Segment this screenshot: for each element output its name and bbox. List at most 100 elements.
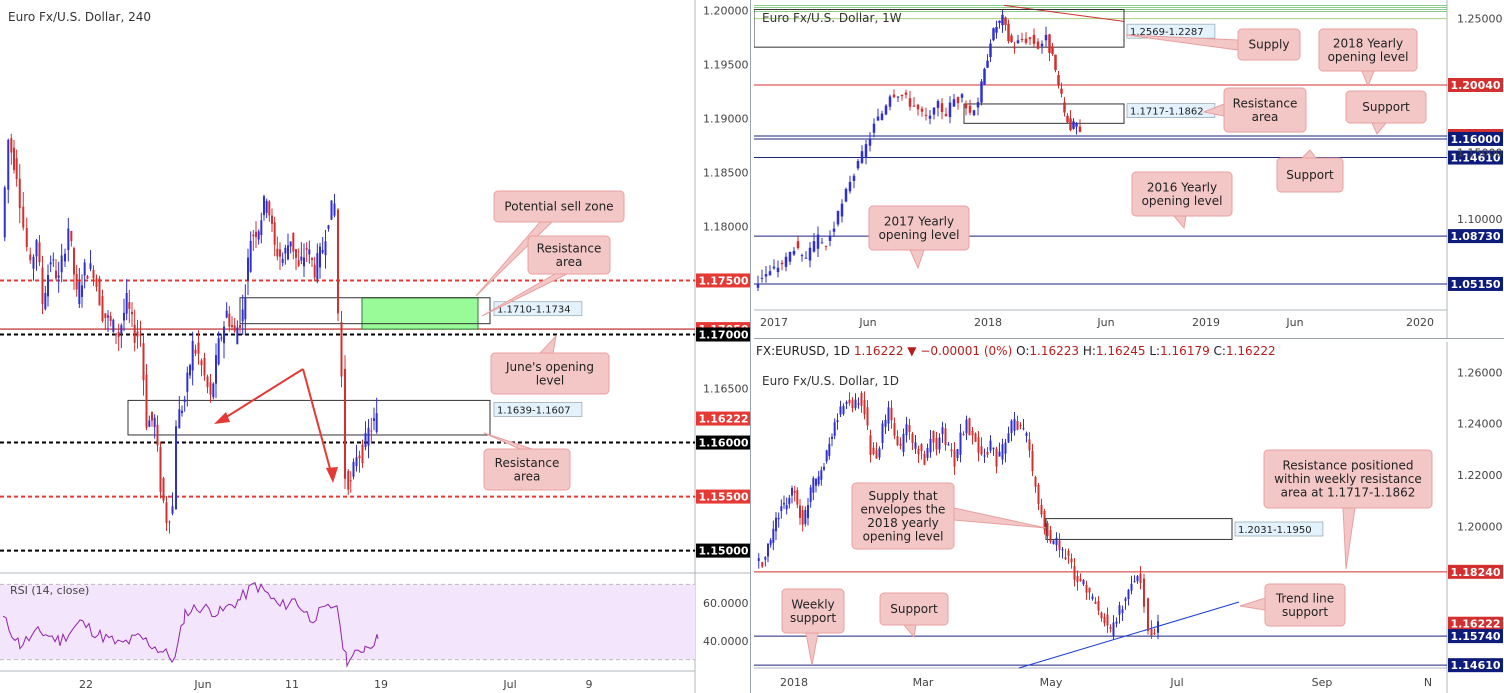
- candle[interactable]: [842, 405, 845, 414]
- candle[interactable]: [956, 97, 960, 104]
- candle[interactable]: [866, 407, 869, 426]
- candle[interactable]: [820, 470, 823, 480]
- weekly-chart-panel[interactable]: 1.200401.162221.160001.146101.087301.051…: [754, 0, 1504, 338]
- candle[interactable]: [78, 281, 81, 304]
- candle[interactable]: [333, 203, 336, 216]
- candle[interactable]: [361, 444, 364, 464]
- candle[interactable]: [1028, 37, 1032, 40]
- candle[interactable]: [321, 250, 324, 253]
- candle[interactable]: [1139, 573, 1142, 583]
- candle[interactable]: [844, 188, 848, 202]
- candle[interactable]: [986, 451, 989, 455]
- candle[interactable]: [1048, 34, 1051, 53]
- candle[interactable]: [247, 257, 249, 281]
- candle[interactable]: [828, 235, 832, 241]
- candle[interactable]: [281, 258, 284, 263]
- candle[interactable]: [974, 433, 977, 442]
- candle[interactable]: [231, 325, 233, 327]
- candle[interactable]: [836, 211, 840, 225]
- candle[interactable]: [872, 123, 876, 133]
- candle[interactable]: [917, 448, 920, 455]
- candle[interactable]: [1031, 450, 1034, 472]
- candle[interactable]: [888, 96, 892, 107]
- candle[interactable]: [916, 104, 920, 110]
- candle[interactable]: [839, 406, 842, 415]
- candle[interactable]: [876, 116, 880, 121]
- candle[interactable]: [131, 311, 133, 315]
- candle[interactable]: [352, 461, 355, 477]
- candle[interactable]: [98, 278, 101, 306]
- candle[interactable]: [104, 313, 107, 319]
- candle[interactable]: [1072, 121, 1075, 129]
- candle[interactable]: [136, 331, 139, 337]
- candle[interactable]: [139, 334, 142, 336]
- candle[interactable]: [796, 490, 799, 505]
- candle[interactable]: [896, 436, 899, 446]
- candle[interactable]: [297, 260, 300, 266]
- candle[interactable]: [165, 502, 168, 524]
- candle[interactable]: [1143, 578, 1145, 607]
- candle[interactable]: [1001, 444, 1004, 460]
- candle[interactable]: [41, 267, 44, 304]
- candle[interactable]: [788, 497, 791, 505]
- candle[interactable]: [761, 561, 764, 567]
- candle[interactable]: [1103, 616, 1106, 624]
- candle[interactable]: [1069, 118, 1072, 131]
- candle[interactable]: [769, 540, 772, 545]
- candle[interactable]: [57, 275, 60, 278]
- candle[interactable]: [324, 241, 327, 256]
- candle[interactable]: [908, 98, 912, 107]
- candle[interactable]: [284, 247, 287, 254]
- candle[interactable]: [878, 448, 881, 458]
- candle[interactable]: [935, 437, 938, 450]
- candle[interactable]: [257, 231, 260, 240]
- candle[interactable]: [836, 420, 839, 422]
- candle[interactable]: [168, 521, 171, 523]
- candle[interactable]: [944, 113, 948, 117]
- candle[interactable]: [856, 161, 860, 169]
- candle[interactable]: [808, 247, 812, 261]
- candle[interactable]: [347, 470, 350, 490]
- candle[interactable]: [316, 253, 319, 280]
- candle[interactable]: [772, 528, 775, 543]
- candle[interactable]: [953, 450, 956, 467]
- candle[interactable]: [217, 338, 220, 365]
- candle[interactable]: [1013, 46, 1016, 49]
- candle[interactable]: [1019, 425, 1022, 427]
- candle[interactable]: [860, 393, 863, 406]
- weekly-chart[interactable]: 1.200401.162221.160001.146101.087301.051…: [754, 0, 1504, 338]
- candle[interactable]: [233, 325, 236, 332]
- candle[interactable]: [1034, 477, 1037, 487]
- candle[interactable]: [768, 271, 772, 276]
- candle[interactable]: [968, 105, 972, 113]
- candle[interactable]: [756, 283, 760, 288]
- candle[interactable]: [1109, 627, 1112, 629]
- candle[interactable]: [1016, 421, 1019, 430]
- h4-chart-panel[interactable]: 1.20000 1.19500 1.19000 1.18500 1.18000 1.175…: [0, 0, 750, 693]
- candle[interactable]: [265, 200, 268, 213]
- candle[interactable]: [820, 242, 824, 244]
- candle[interactable]: [209, 382, 212, 395]
- candle[interactable]: [1013, 419, 1016, 431]
- candle[interactable]: [1088, 587, 1091, 593]
- candle[interactable]: [260, 220, 263, 236]
- candle[interactable]: [1001, 14, 1004, 26]
- candle[interactable]: [125, 292, 128, 314]
- candle[interactable]: [780, 506, 783, 512]
- candle[interactable]: [305, 248, 308, 250]
- candle[interactable]: [1028, 439, 1031, 451]
- candle[interactable]: [1036, 41, 1040, 49]
- candle[interactable]: [1064, 557, 1067, 560]
- candle[interactable]: [1106, 614, 1109, 626]
- candle[interactable]: [276, 248, 279, 257]
- candle[interactable]: [109, 315, 112, 321]
- candle[interactable]: [115, 333, 117, 335]
- candle[interactable]: [1043, 510, 1046, 530]
- candle[interactable]: [268, 201, 271, 216]
- h4-sell-zone[interactable]: [361, 297, 479, 330]
- candle[interactable]: [175, 426, 177, 510]
- candle[interactable]: [295, 249, 297, 258]
- candle[interactable]: [1040, 43, 1044, 47]
- candle[interactable]: [252, 234, 255, 237]
- candle[interactable]: [998, 20, 1001, 23]
